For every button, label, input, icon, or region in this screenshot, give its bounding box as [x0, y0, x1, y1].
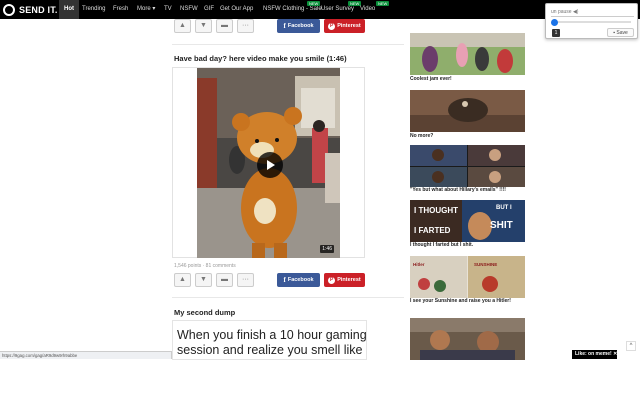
page-bottom — [0, 360, 640, 400]
thumb-overlay-text: SUNSHINE — [474, 262, 497, 267]
comment-button[interactable]: ▬ — [216, 19, 233, 33]
arrow-up-icon: ▲ — [179, 22, 186, 29]
more-button[interactable]: ··· — [237, 19, 254, 33]
thumb-image — [410, 90, 525, 132]
save-icon: ▪ — [613, 30, 615, 36]
sidebar-thumb[interactable] — [410, 145, 525, 187]
post-meta[interactable]: 1,546 points · 81 comments — [174, 263, 236, 269]
facebook-icon: f — [283, 276, 286, 284]
upvote-button[interactable]: ▲ — [174, 273, 191, 287]
facebook-share-button[interactable]: f Facebook — [277, 273, 320, 287]
thumb-image — [410, 33, 525, 75]
popup-number: 1 — [552, 29, 560, 37]
video-player[interactable]: 1:46 — [197, 68, 340, 258]
sidebar-caption[interactable]: I see your Sunshine and raise you a Hitl… — [410, 298, 525, 304]
like-notification[interactable]: Like: on meme! ✕ — [572, 350, 617, 359]
meme-text: When you finish a 10 hour gaming session… — [177, 328, 367, 357]
pinterest-share-button[interactable]: P Pinterest — [324, 273, 365, 287]
thumb-overlay-text: Hitler — [413, 262, 425, 267]
video-duration: 1:46 — [320, 245, 334, 253]
nav-item-more[interactable]: More ▾ — [137, 0, 155, 19]
scroll-top-button[interactable]: ^ — [626, 341, 636, 351]
thumb-image — [410, 318, 525, 360]
sidebar-thumb[interactable] — [410, 90, 525, 132]
thumb-overlay-text: BUT I — [496, 205, 512, 211]
facebook-label: Facebook — [287, 23, 314, 29]
nav-item-tv[interactable]: TV — [164, 0, 172, 19]
pinterest-share-button[interactable]: P Pinterest — [324, 19, 365, 33]
top-nav-bar: SEND IT. Hot Trending Fresh More ▾ TV NS… — [0, 0, 640, 19]
thumb-overlay-text: SHIT — [490, 220, 513, 231]
downvote-button[interactable]: ▼ — [195, 273, 212, 287]
post-divider — [172, 44, 404, 45]
post-image[interactable]: When you finish a 10 hour gaming session… — [172, 320, 367, 360]
thumb-overlay-text: I FARTED — [414, 226, 451, 235]
post-actions: ▲ ▼ ▬ ··· f Facebook P Pinterest — [174, 273, 374, 287]
nav-item-trending[interactable]: Trending — [82, 0, 105, 19]
site-logo[interactable]: SEND IT. — [3, 2, 58, 17]
play-icon — [267, 160, 275, 170]
sidebar-caption[interactable]: No more? — [410, 133, 433, 139]
browser-status-bar: https://9gag.com/gag/aR9d9w9rh9abbe — [0, 351, 172, 359]
sidebar-caption[interactable]: I thought I farted but I shit. — [410, 242, 473, 248]
facebook-label: Facebook — [287, 277, 314, 283]
post-title[interactable]: Have bad day? here video make you smile … — [174, 54, 347, 63]
volume-slider-track[interactable] — [553, 21, 631, 23]
pinterest-label: Pinterest — [337, 277, 361, 283]
pinterest-icon: P — [328, 276, 336, 284]
post-actions-top: ▲ ▼ ▬ ··· f Facebook P Pinterest — [174, 19, 374, 33]
extension-popup: un pause ◀) 1 ▪ Save — [545, 3, 638, 39]
upvote-button[interactable]: ▲ — [174, 19, 191, 33]
save-label: Save — [616, 30, 628, 36]
nav-item-gif[interactable]: GIF — [204, 0, 214, 19]
comment-icon: ▬ — [221, 22, 228, 29]
sidebar-thumb[interactable]: Hitler SUNSHINE — [410, 256, 525, 298]
sidebar-thumb[interactable] — [410, 318, 525, 360]
new-badge: NEW — [376, 1, 390, 6]
sidebar-thumb[interactable] — [410, 33, 525, 75]
post-title[interactable]: My second dump — [174, 308, 235, 317]
page: SEND IT. Hot Trending Fresh More ▾ TV NS… — [0, 0, 640, 400]
facebook-icon: f — [283, 22, 286, 30]
downvote-button[interactable]: ▼ — [195, 19, 212, 33]
more-label: ··· — [242, 22, 249, 29]
arrow-down-icon: ▼ — [200, 276, 207, 283]
nav-item-video[interactable]: Video — [360, 0, 375, 19]
sidebar-thumb[interactable]: I THOUGHT I FARTED BUT I SHIT — [410, 200, 525, 242]
thumb-image: Hitler SUNSHINE — [410, 256, 525, 298]
sidebar-caption[interactable]: Coolest jam ever! — [410, 76, 452, 82]
volume-slider-knob[interactable] — [551, 18, 558, 26]
nav-item-get-app[interactable]: Get Our App — [220, 0, 253, 19]
arrow-up-icon: ▲ — [179, 276, 186, 283]
save-button[interactable]: ▪ Save — [607, 28, 634, 37]
play-button[interactable] — [257, 152, 283, 178]
comment-button[interactable]: ▬ — [216, 273, 233, 287]
pinterest-label: Pinterest — [337, 23, 361, 29]
post-divider — [172, 297, 404, 298]
thumb-image: I THOUGHT I FARTED BUT I SHIT — [410, 200, 525, 242]
new-badge: NEW — [307, 1, 321, 6]
thumb-overlay-text: I THOUGHT — [414, 206, 458, 215]
popup-input[interactable]: un pause ◀) — [551, 8, 634, 17]
pinterest-icon: P — [328, 22, 336, 30]
comment-icon: ▬ — [221, 276, 228, 283]
facebook-share-button[interactable]: f Facebook — [277, 19, 320, 33]
more-button[interactable]: ··· — [237, 273, 254, 287]
sidebar-caption[interactable]: "Yes but what about Hillary's emails" !!… — [410, 187, 506, 193]
more-label: ··· — [242, 276, 249, 283]
logo-text: SEND IT. — [19, 4, 58, 15]
arrow-down-icon: ▼ — [200, 22, 207, 29]
nav-item-fresh[interactable]: Fresh — [113, 0, 128, 19]
thumb-image — [410, 145, 525, 187]
nav-item-nsfw[interactable]: NSFW — [180, 0, 198, 19]
logo-icon — [3, 3, 15, 16]
nav-item-hot[interactable]: Hot — [59, 0, 79, 19]
